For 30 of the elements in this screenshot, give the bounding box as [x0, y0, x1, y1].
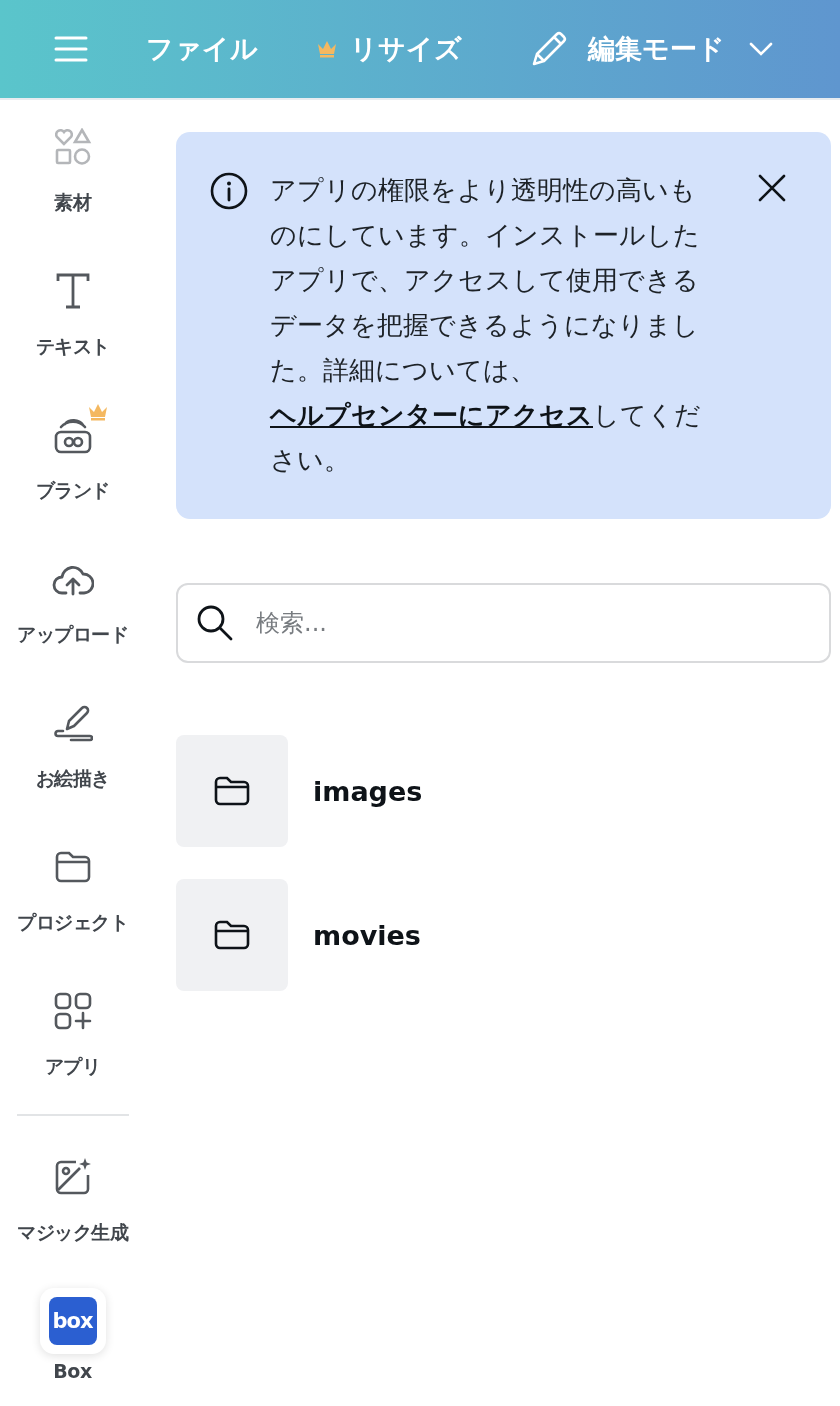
folder-name: images [313, 775, 423, 807]
sidebar-item[interactable]: ブランド [0, 388, 145, 532]
pencil-icon [530, 30, 568, 68]
pen-icon [52, 704, 93, 742]
sidebar-item[interactable]: テキスト [0, 244, 145, 388]
sidebar-item[interactable]: 素材 [0, 100, 145, 244]
apps-icon [53, 992, 92, 1030]
sidebar-item[interactable]: お絵描き [0, 676, 145, 820]
search-field[interactable]: 検索... [176, 583, 831, 663]
sidebar-item[interactable]: box Box [0, 1274, 145, 1406]
text-icon [54, 272, 91, 310]
folder-item[interactable]: images [176, 735, 423, 847]
box-app-logo: box [48, 1297, 97, 1345]
search-icon [196, 604, 234, 642]
sidebar-item[interactable]: アプリ [0, 964, 145, 1108]
folder-icon [214, 919, 250, 951]
folder-name: movies [313, 919, 421, 951]
folder-item[interactable]: movies [176, 879, 421, 991]
menu-icon [54, 35, 88, 63]
help-center-link[interactable]: ヘルプセンターにアクセス [270, 400, 593, 430]
sidebar-item[interactable]: アップロード [0, 532, 145, 676]
notice-message: アプリの権限をより透明性の高いものにしています。インストールしたアプリで、アクセスして使用できるデータを把握できるようになりました。詳細については、 ヘルプセンターにアクセス してください。 [270, 174, 702, 477]
sidebar-item[interactable]: プロジェクト [0, 820, 145, 964]
folder-icon [214, 775, 250, 807]
chevron-down-icon [749, 42, 773, 56]
sidebar-item[interactable]: マジック生成 [0, 1130, 145, 1274]
info-icon [210, 172, 248, 210]
shapes-icon [53, 128, 92, 166]
close-icon [758, 174, 786, 202]
folder-icon [53, 850, 92, 884]
